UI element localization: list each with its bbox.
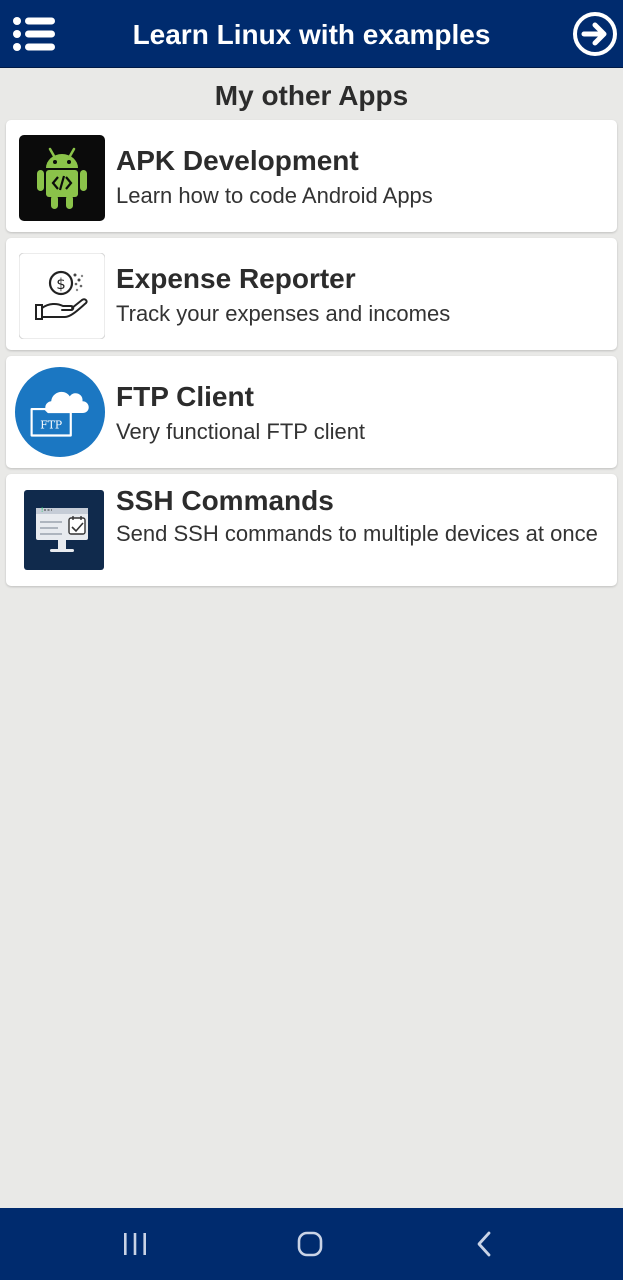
app-name: SSH Commands <box>116 485 334 516</box>
svg-text:FTP: FTP <box>40 419 62 432</box>
app-name: Expense Reporter <box>116 263 356 294</box>
recents-icon <box>124 1233 146 1255</box>
app-list: APK Development Learn how to code Androi… <box>6 120 617 592</box>
section-title: My other Apps <box>214 80 409 111</box>
menu-button[interactable] <box>10 14 58 54</box>
next-button[interactable] <box>571 10 619 58</box>
app-name: APK Development <box>116 145 359 176</box>
home-button[interactable] <box>280 1220 340 1268</box>
app-name: FTP Client <box>116 381 254 412</box>
app-description: Learn how to code Android Apps <box>116 183 433 208</box>
home-icon <box>297 1231 323 1257</box>
money-hand-icon: $ <box>16 250 108 342</box>
android-code-icon <box>16 132 108 224</box>
recents-button[interactable] <box>105 1220 165 1268</box>
arrow-circle-right-icon <box>573 12 617 56</box>
app-card-expense-reporter[interactable]: $ Expense Reporter Track your expenses a… <box>6 238 617 350</box>
svg-text:!: ! <box>40 506 44 514</box>
app-card-ssh-commands[interactable]: ! SSH Commands Send SSH commands to mult… <box>6 474 617 586</box>
app-card-ftp-client[interactable]: FTP FTP Client Very functional FTP clien… <box>6 356 617 468</box>
app-description: Send SSH commands to multiple devices at… <box>116 521 598 546</box>
system-nav-bar <box>0 1208 623 1280</box>
app-bar: Learn Linux with examples <box>0 0 623 68</box>
menu-list-icon <box>13 17 55 51</box>
app-title: Learn Linux with examples <box>132 19 491 50</box>
app-card-apk-development[interactable]: APK Development Learn how to code Androi… <box>6 120 617 232</box>
ftp-cloud-folder-icon: FTP <box>14 366 106 458</box>
app-description: Track your expenses and incomes <box>116 301 451 326</box>
back-icon <box>477 1231 491 1257</box>
terminal-monitor-icon: ! <box>18 484 110 576</box>
back-button[interactable] <box>454 1220 514 1268</box>
app-description: Very functional FTP client <box>116 419 366 444</box>
svg-text:$: $ <box>56 275 66 293</box>
